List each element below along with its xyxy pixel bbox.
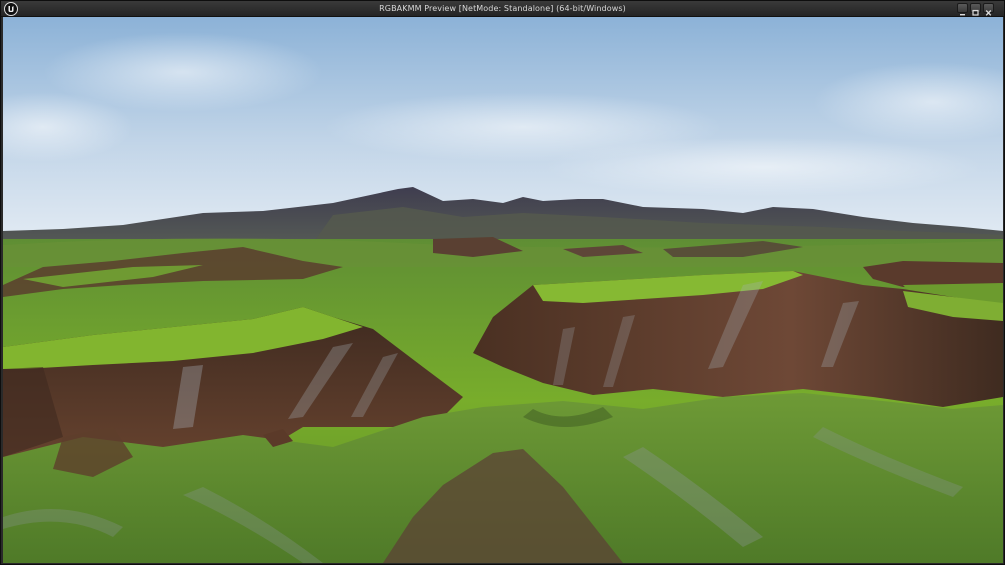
close-button[interactable] bbox=[983, 3, 994, 16]
maximize-icon bbox=[972, 9, 979, 16]
landscape-scene bbox=[3, 17, 1003, 563]
close-icon bbox=[985, 10, 992, 16]
window-title: RGBAKMM Preview [NetMode: Standalone] (6… bbox=[379, 4, 626, 13]
maximize-button[interactable] bbox=[970, 3, 981, 16]
game-preview-window: RGBAKMM Preview [NetMode: Standalone] (6… bbox=[0, 0, 1005, 565]
window-titlebar[interactable]: RGBAKMM Preview [NetMode: Standalone] (6… bbox=[1, 1, 1004, 17]
minimize-button[interactable] bbox=[957, 3, 968, 16]
game-viewport[interactable] bbox=[3, 17, 1003, 563]
minimize-icon bbox=[960, 14, 965, 16]
